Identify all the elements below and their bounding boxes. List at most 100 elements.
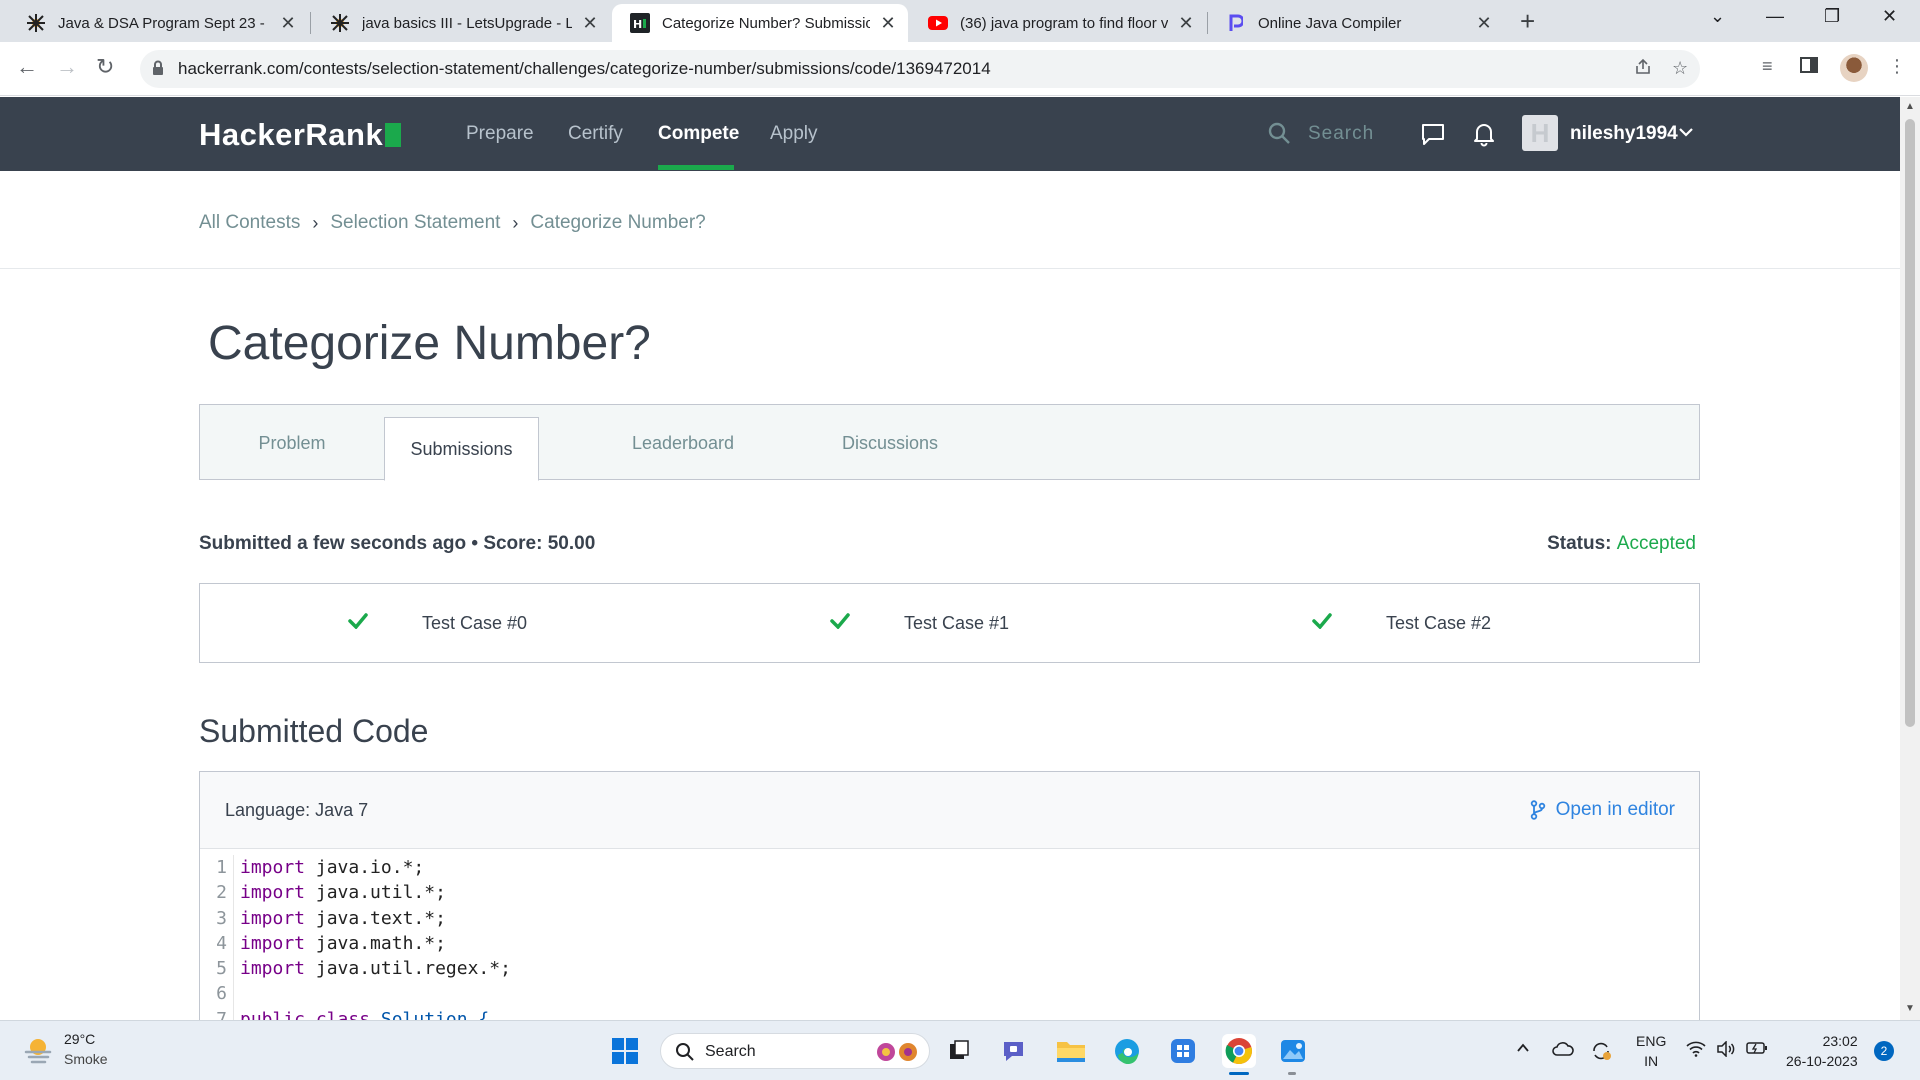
breadcrumb: All Contests › Selection Statement › Cat… [199,212,706,234]
nav-compete[interactable]: Compete [658,123,739,145]
browser-tab-2[interactable]: java basics III - LetsUpgrade - Li ✕ [312,4,610,42]
open-in-editor-label: Open in editor [1555,799,1675,820]
teams-chat-icon[interactable] [998,1034,1032,1068]
file-explorer-icon[interactable] [1054,1034,1088,1068]
running-indicator [1229,1072,1249,1075]
sync-update-icon[interactable] [1590,1041,1612,1066]
minimize-icon[interactable]: — [1766,6,1784,27]
edge-browser-icon[interactable] [1110,1034,1144,1068]
show-hidden-icons-chevron-icon[interactable] [1516,1041,1530,1060]
url-text[interactable]: hackerrank.com/contests/selection-statem… [178,59,991,79]
chrome-browser-icon[interactable] [1222,1034,1256,1068]
input-language-indicator[interactable]: ENG IN [1636,1031,1666,1071]
browser-toolbar: ← → ↻ hackerrank.com/contests/selection-… [0,42,1920,96]
restore-icon[interactable]: ❐ [1824,6,1840,27]
taskbar-search-box[interactable]: Search [660,1033,930,1069]
close-window-icon[interactable]: ✕ [1882,6,1897,27]
code-body: 1 import java.io.*; 2 import java.util.*; … [200,849,1699,1030]
browser-tab-1[interactable]: Java & DSA Program Sept 23 - L ✕ [8,4,308,42]
browser-tab-5[interactable]: Online Java Compiler ✕ [1208,4,1504,42]
address-bar[interactable]: hackerrank.com/contests/selection-statem… [140,50,1700,88]
tab-title: Java & DSA Program Sept 23 - L [58,14,270,32]
new-tab-plus-icon[interactable]: + [1520,8,1535,34]
forward-arrow-icon[interactable]: → [56,54,78,80]
browser-tab-4[interactable]: (36) java program to find floor v ✕ [910,4,1206,42]
volume-icon[interactable] [1716,1040,1736,1062]
system-clock[interactable]: 23:02 26-10-2023 [1786,1031,1858,1071]
tab-search-chevron-icon[interactable]: ⌄ [1710,6,1725,27]
nav-certify[interactable]: Certify [568,123,623,145]
nav-prepare[interactable]: Prepare [466,123,534,145]
photos-app-icon[interactable] [1276,1034,1310,1068]
search-icon [675,1042,695,1067]
test-case-item[interactable]: Test Case #0 [348,584,527,662]
reload-icon[interactable]: ↻ [96,54,114,80]
reading-list-icon[interactable]: ≡ [1762,56,1773,77]
tab-divider [310,12,311,34]
notification-count-badge[interactable]: 2 [1874,1041,1894,1061]
weather-haze-icon[interactable] [22,1035,54,1070]
weather-temperature[interactable]: 29°C [64,1031,95,1047]
scroll-up-arrow-icon[interactable]: ▲ [1905,101,1915,112]
submission-status: Status: Accepted [1547,533,1696,555]
search-input[interactable]: Search [1308,123,1374,145]
notifications-bell-icon[interactable] [1472,121,1496,152]
submission-info: Submitted a few seconds ago • Score: 50.… [199,533,596,554]
close-tab-icon[interactable]: ✕ [580,13,600,34]
bookmark-star-icon[interactable]: ☆ [1672,58,1688,79]
close-tab-icon[interactable]: ✕ [278,13,298,34]
more-vert-icon[interactable]: ⋮ [1888,56,1906,77]
page-scrollbar[interactable]: ▲ ▼ [1900,97,1920,1020]
tab-problem[interactable]: Problem [200,405,384,481]
browser-tab-3-active[interactable]: H Categorize Number? Submission ✕ [612,4,908,42]
side-panel-icon[interactable] [1800,56,1818,79]
tab-title: Online Java Compiler [1258,14,1402,32]
task-view-icon[interactable] [942,1034,976,1068]
lock-icon[interactable] [152,60,164,81]
weather-description[interactable]: Smoke [64,1051,108,1067]
breadcrumb-all-contests[interactable]: All Contests [199,212,300,234]
close-tab-icon[interactable]: ✕ [1474,13,1494,34]
chevron-right-icon: › [312,212,319,233]
close-tab-icon[interactable]: ✕ [878,13,898,34]
check-icon [830,612,850,634]
code-line: 4 import java.math.*; [200,930,1699,957]
back-arrow-icon[interactable]: ← [16,54,38,80]
username[interactable]: nileshy1994 [1570,123,1678,145]
test-case-label: Test Case #2 [1386,612,1492,633]
battery-icon[interactable] [1746,1041,1768,1060]
code-line: 1 import java.io.*; [200,855,1699,881]
browser-profile-avatar[interactable] [1840,54,1868,82]
test-case-item[interactable]: Test Case #2 [1312,584,1491,662]
hackerrank-logo[interactable]: HackerRank [199,117,402,153]
user-avatar[interactable]: H [1522,115,1558,151]
tab-leaderboard[interactable]: Leaderboard [590,405,776,481]
onedrive-cloud-icon[interactable] [1552,1041,1574,1062]
breadcrumb-selection-statement[interactable]: Selection Statement [330,212,500,234]
tab-submissions[interactable]: Submissions [384,417,539,481]
status-label: Status: [1547,533,1612,554]
breadcrumb-current: Categorize Number? [530,212,706,233]
wifi-icon[interactable] [1686,1041,1706,1062]
page-title: Categorize Number? [208,317,651,370]
scrollbar-thumb[interactable] [1905,119,1915,727]
tab-discussions[interactable]: Discussions [790,405,990,481]
test-case-results: Test Case #0 Test Case #1 Test Case #2 [199,583,1700,663]
messages-icon[interactable] [1420,121,1446,152]
test-case-item[interactable]: Test Case #1 [830,584,1009,662]
windows-start-icon[interactable] [608,1034,642,1068]
clock-date: 26-10-2023 [1786,1053,1858,1069]
chevron-down-icon[interactable] [1678,124,1694,145]
share-icon[interactable] [1634,58,1652,81]
open-in-editor-link[interactable]: Open in editor [1530,799,1675,821]
youtube-favicon-icon [928,13,948,33]
search-icon[interactable] [1267,121,1291,150]
scroll-down-arrow-icon[interactable]: ▼ [1905,1003,1915,1014]
programiz-favicon-icon [1226,13,1246,33]
hackerrank-navbar: HackerRank Prepare Certify Compete Apply… [0,97,1900,171]
microsoft-store-icon[interactable] [1166,1034,1200,1068]
divider [0,268,1900,269]
nav-apply[interactable]: Apply [770,123,818,145]
search-highlight-icon [875,1041,919,1068]
close-tab-icon[interactable]: ✕ [1176,13,1196,34]
